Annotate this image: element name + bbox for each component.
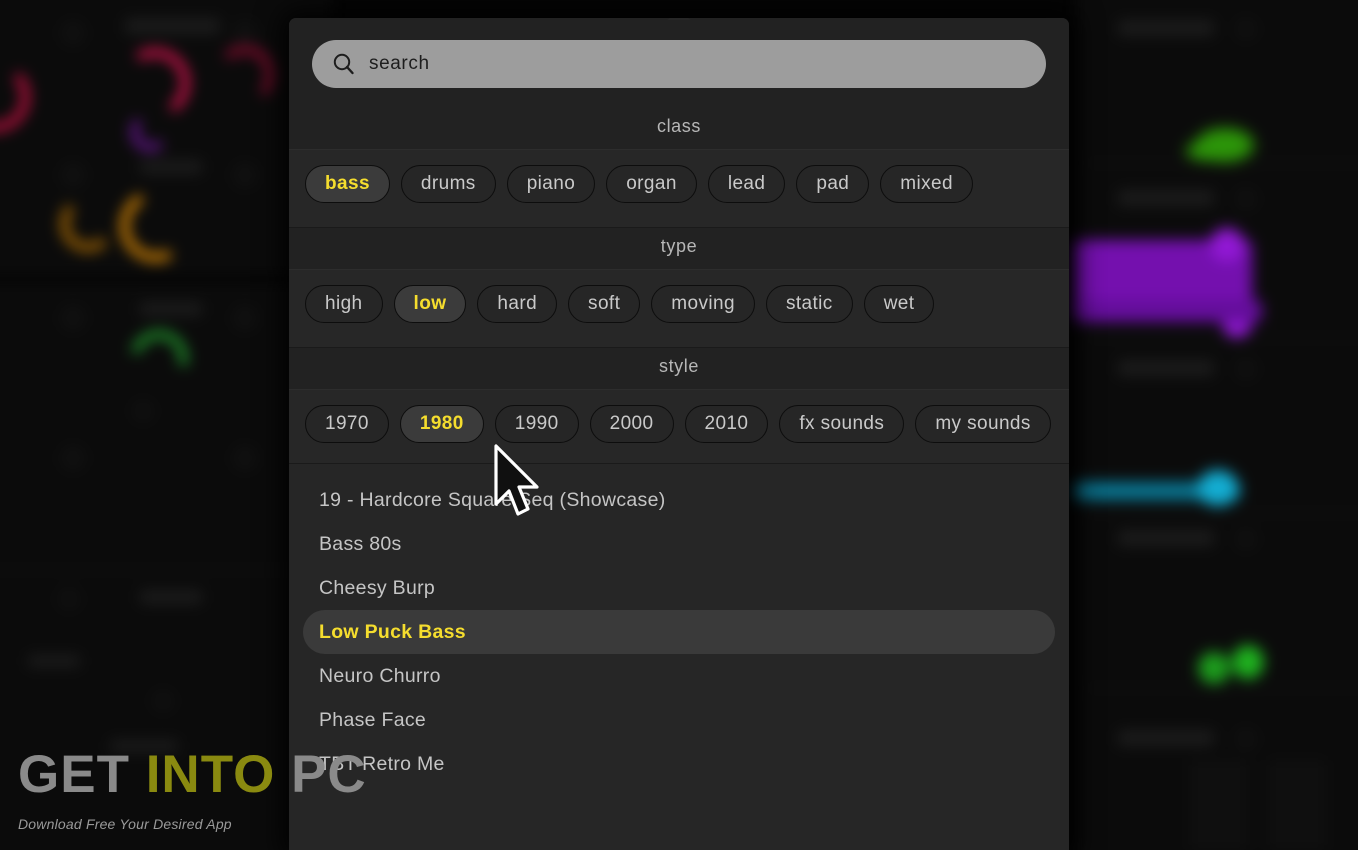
filter-header-style: style <box>289 348 1069 390</box>
list-item[interactable]: TBT Retro Me <box>303 742 1055 786</box>
filter-pill-2010[interactable]: 2010 <box>684 405 769 443</box>
filter-group-type: high low hard soft moving static wet <box>289 270 1069 348</box>
preset-browser-panel: search class bass drums piano organ lead… <box>289 18 1069 850</box>
search-placeholder: search <box>369 53 430 74</box>
filter-pill-bass[interactable]: bass <box>305 165 390 203</box>
search-input[interactable]: search <box>312 40 1046 88</box>
filter-pill-my-sounds[interactable]: my sounds <box>915 405 1051 443</box>
filter-pill-static[interactable]: static <box>765 285 853 323</box>
filter-pill-soft[interactable]: soft <box>568 285 641 323</box>
search-section: search <box>289 18 1069 108</box>
filter-pill-1970[interactable]: 1970 <box>305 405 389 443</box>
filter-pill-lead[interactable]: lead <box>707 165 786 203</box>
filter-pill-1990[interactable]: 1990 <box>494 405 579 443</box>
filter-pill-moving[interactable]: moving <box>651 285 755 323</box>
filter-pill-2000[interactable]: 2000 <box>589 405 674 443</box>
list-item[interactable]: Cheesy Burp <box>303 566 1055 610</box>
filter-pill-drums[interactable]: drums <box>400 165 496 203</box>
panel-notch <box>667 18 691 20</box>
filter-pill-wet[interactable]: wet <box>863 285 935 323</box>
list-item[interactable]: Phase Face <box>303 698 1055 742</box>
watermark-part-pc: PC <box>275 745 367 804</box>
filter-pill-low[interactable]: low <box>393 285 467 323</box>
watermark-tagline: Download Free Your Desired App <box>18 816 232 832</box>
filter-pill-high[interactable]: high <box>305 285 383 323</box>
watermark-part-into: INTO <box>145 745 276 804</box>
watermark-title: GET INTO PC <box>18 748 367 801</box>
filter-pill-1980[interactable]: 1980 <box>399 405 484 443</box>
filter-pill-organ[interactable]: organ <box>606 165 697 203</box>
filter-pill-hard[interactable]: hard <box>477 285 558 323</box>
watermark: GET INTO PC Download Free Your Desired A… <box>18 748 367 832</box>
preset-list[interactable]: 19 - Hardcore Square Seq (Showcase) Bass… <box>289 464 1069 850</box>
filter-group-class: bass drums piano organ lead pad mixed <box>289 150 1069 228</box>
filter-header-type: type <box>289 228 1069 270</box>
screen: C GET INTO PC Download Free Your Desired… <box>0 0 1358 850</box>
filter-pill-fx-sounds[interactable]: fx sounds <box>779 405 905 443</box>
list-item[interactable]: 19 - Hardcore Square Seq (Showcase) <box>303 478 1055 522</box>
filter-pill-piano[interactable]: piano <box>506 165 596 203</box>
filter-pill-pad[interactable]: pad <box>796 165 870 203</box>
filter-group-style: 1970 1980 1990 2000 2010 fx sounds my so… <box>289 390 1069 464</box>
list-item-selected[interactable]: Low Puck Bass <box>303 610 1055 654</box>
list-item[interactable]: Neuro Churro <box>303 654 1055 698</box>
search-icon <box>332 52 356 76</box>
filter-header-class: class <box>289 108 1069 150</box>
filter-pill-mixed[interactable]: mixed <box>880 165 973 203</box>
list-item[interactable]: Bass 80s <box>303 522 1055 566</box>
watermark-part-get: GET <box>18 745 146 804</box>
